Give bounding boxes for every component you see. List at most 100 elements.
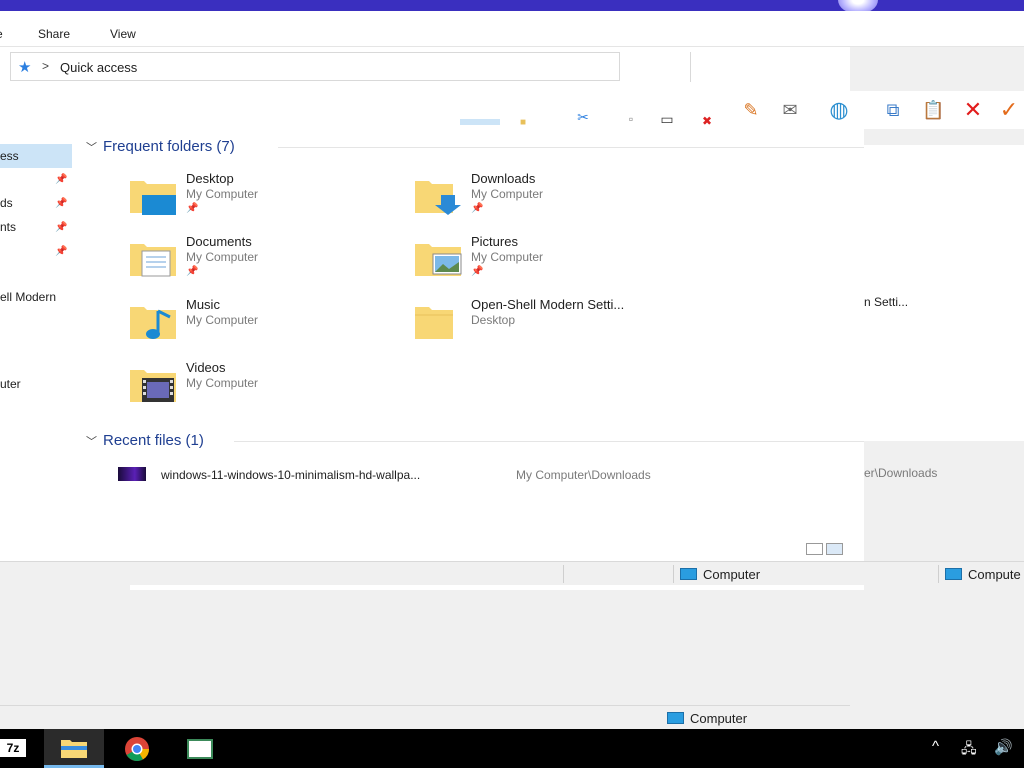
taskbar-file-explorer[interactable] [44, 729, 104, 768]
view-toggle-icon[interactable] [460, 119, 500, 125]
nav-item-documents[interactable]: nts [0, 220, 16, 234]
print-icon[interactable]: ▭ [656, 109, 678, 129]
address-field[interactable]: ★ > Quick access [10, 52, 620, 81]
ghost-file-path: er\Downloads [864, 466, 938, 480]
folder-tile-downloads[interactable]: Downloads My Computer 📌 [413, 171, 683, 231]
tiles-view-icon[interactable] [826, 543, 843, 555]
quick-access-star-icon: ★ [18, 59, 32, 76]
rename-icon[interactable]: ✎ [740, 100, 762, 120]
status-bar-lower: Computer [0, 705, 850, 729]
folder-tile-pictures[interactable]: Pictures My Computer 📌 [413, 234, 683, 294]
nav-item-downloads[interactable]: ds [0, 196, 13, 210]
pin-icon: 📌 [55, 174, 68, 185]
file-explorer-icon [61, 740, 87, 758]
ghost-folder-name: n Setti... [864, 295, 909, 309]
tab-home[interactable]: e [0, 27, 3, 41]
folder-tile-open-shell[interactable]: Open-Shell Modern Setti... Desktop [413, 297, 683, 357]
status-computer-lower: Computer [667, 711, 747, 726]
folder-name: Downloads [471, 171, 536, 186]
tab-view[interactable]: View [110, 27, 136, 41]
volume-icon[interactable]: 🔊 [994, 738, 1013, 756]
desktop-folder-icon [130, 181, 176, 215]
taskbar-7zip[interactable]: 7z [0, 729, 40, 768]
delete-icon[interactable]: ✕ [962, 99, 984, 121]
status-divider [563, 565, 564, 583]
nav-item-quick-access[interactable]: ess [0, 149, 19, 163]
folder-location: My Computer [186, 250, 259, 264]
folder-location: My Computer [186, 313, 259, 327]
folder-location: My Computer [186, 376, 259, 390]
content-pane: ﹀ Frequent folders (7) Desktop My Compute… [78, 129, 864, 561]
delete-small-icon[interactable]: ✖ [696, 111, 718, 131]
show-hidden-icons-icon[interactable]: ^ [932, 738, 939, 755]
search-divider [690, 52, 691, 82]
collapse-icon[interactable]: ﹀ [86, 433, 97, 449]
view-buttons [806, 543, 846, 558]
downloads-folder-icon [415, 181, 461, 215]
ribbon-tabs: e Share View [0, 11, 1024, 47]
collapse-icon[interactable]: ﹀ [86, 139, 97, 155]
status-divider [938, 565, 939, 583]
taskbar-app[interactable] [170, 729, 230, 768]
status-computer: Computer [680, 567, 760, 582]
pin-icon: 📌 [55, 198, 68, 209]
music-folder-icon [130, 307, 176, 339]
pin-icon: 📌 [55, 222, 68, 233]
monitor-icon [680, 568, 697, 580]
pin-icon: 📌 [186, 266, 199, 277]
recent-files-header[interactable]: ﹀ Recent files (1) [86, 432, 204, 449]
window-app-icon [187, 739, 213, 759]
frequent-folders-title: Frequent folders (7) [103, 138, 235, 155]
folder-icon [415, 307, 453, 339]
copy-icon[interactable]: ⧉ [882, 100, 904, 120]
pictures-folder-icon [415, 244, 462, 276]
folder-tile-videos[interactable]: Videos My Computer [128, 360, 398, 420]
nav-item-open-shell[interactable]: ell Modern [0, 290, 56, 304]
cut-icon[interactable]: ✂ [572, 107, 594, 127]
folder-name: Pictures [471, 234, 518, 249]
folder-location: My Computer [186, 187, 259, 201]
folder-tile-documents[interactable]: Documents My Computer 📌 [128, 234, 398, 294]
pin-icon: 📌 [186, 203, 199, 214]
email-icon[interactable]: ✉ [776, 100, 804, 120]
folder-name: Videos [186, 360, 226, 375]
recent-files-title: Recent files (1) [103, 432, 204, 449]
status-computer-label: Computer [703, 567, 761, 582]
background-window: n Setti... er\Downloads [864, 145, 1024, 480]
status-divider [673, 565, 674, 583]
status-bar: Computer Compute [0, 561, 1024, 585]
folder-location: Desktop [471, 313, 516, 327]
documents-folder-icon [130, 244, 176, 277]
recent-file-row[interactable]: windows-11-windows-10-minimalism-hd-wall… [118, 464, 718, 486]
globe-icon[interactable]: ◍ [822, 99, 856, 121]
confirm-icon[interactable]: ✓ [998, 99, 1020, 121]
breadcrumb-separator[interactable]: > [42, 59, 49, 73]
navigation-pane: ess 📌 ds 📌 nts 📌 📌 ell Modern uter [0, 129, 78, 561]
group-divider [234, 441, 864, 442]
breadcrumb-quick-access[interactable]: Quick access [60, 60, 137, 75]
folder-location: My Computer [471, 187, 544, 201]
network-icon[interactable]: 🖧 [961, 738, 977, 762]
folder-name: Open-Shell Modern Setti... [471, 297, 625, 312]
address-bar: ★ > Quick access [0, 47, 850, 91]
folder-tile-desktop[interactable]: Desktop My Computer 📌 [128, 171, 398, 231]
paste-icon[interactable]: 📋 [922, 100, 944, 120]
videos-folder-icon [130, 370, 176, 402]
taskbar-chrome[interactable] [108, 729, 168, 768]
pin-icon: 📌 [471, 203, 484, 214]
status-computer-label: Compute [968, 567, 1021, 582]
monitor-icon [667, 712, 684, 724]
seven-zip-icon: 7z [0, 739, 26, 757]
taskbar: 7z ^ 🖧 🔊 [0, 729, 1024, 768]
frequent-folders-header[interactable]: ﹀ Frequent folders (7) [86, 138, 235, 155]
window-top-band [0, 0, 1024, 14]
nav-item-computer[interactable]: uter [0, 377, 21, 391]
tab-share[interactable]: Share [38, 27, 70, 41]
folder-name: Desktop [186, 171, 234, 186]
details-view-icon[interactable] [806, 543, 823, 555]
doc-icon[interactable]: ▫ [620, 109, 642, 129]
folder-tile-music[interactable]: Music My Computer [128, 297, 398, 357]
recent-file-name: windows-11-windows-10-minimalism-hd-wall… [161, 468, 421, 482]
folder-location: My Computer [471, 250, 544, 264]
image-thumbnail-icon [118, 467, 146, 481]
